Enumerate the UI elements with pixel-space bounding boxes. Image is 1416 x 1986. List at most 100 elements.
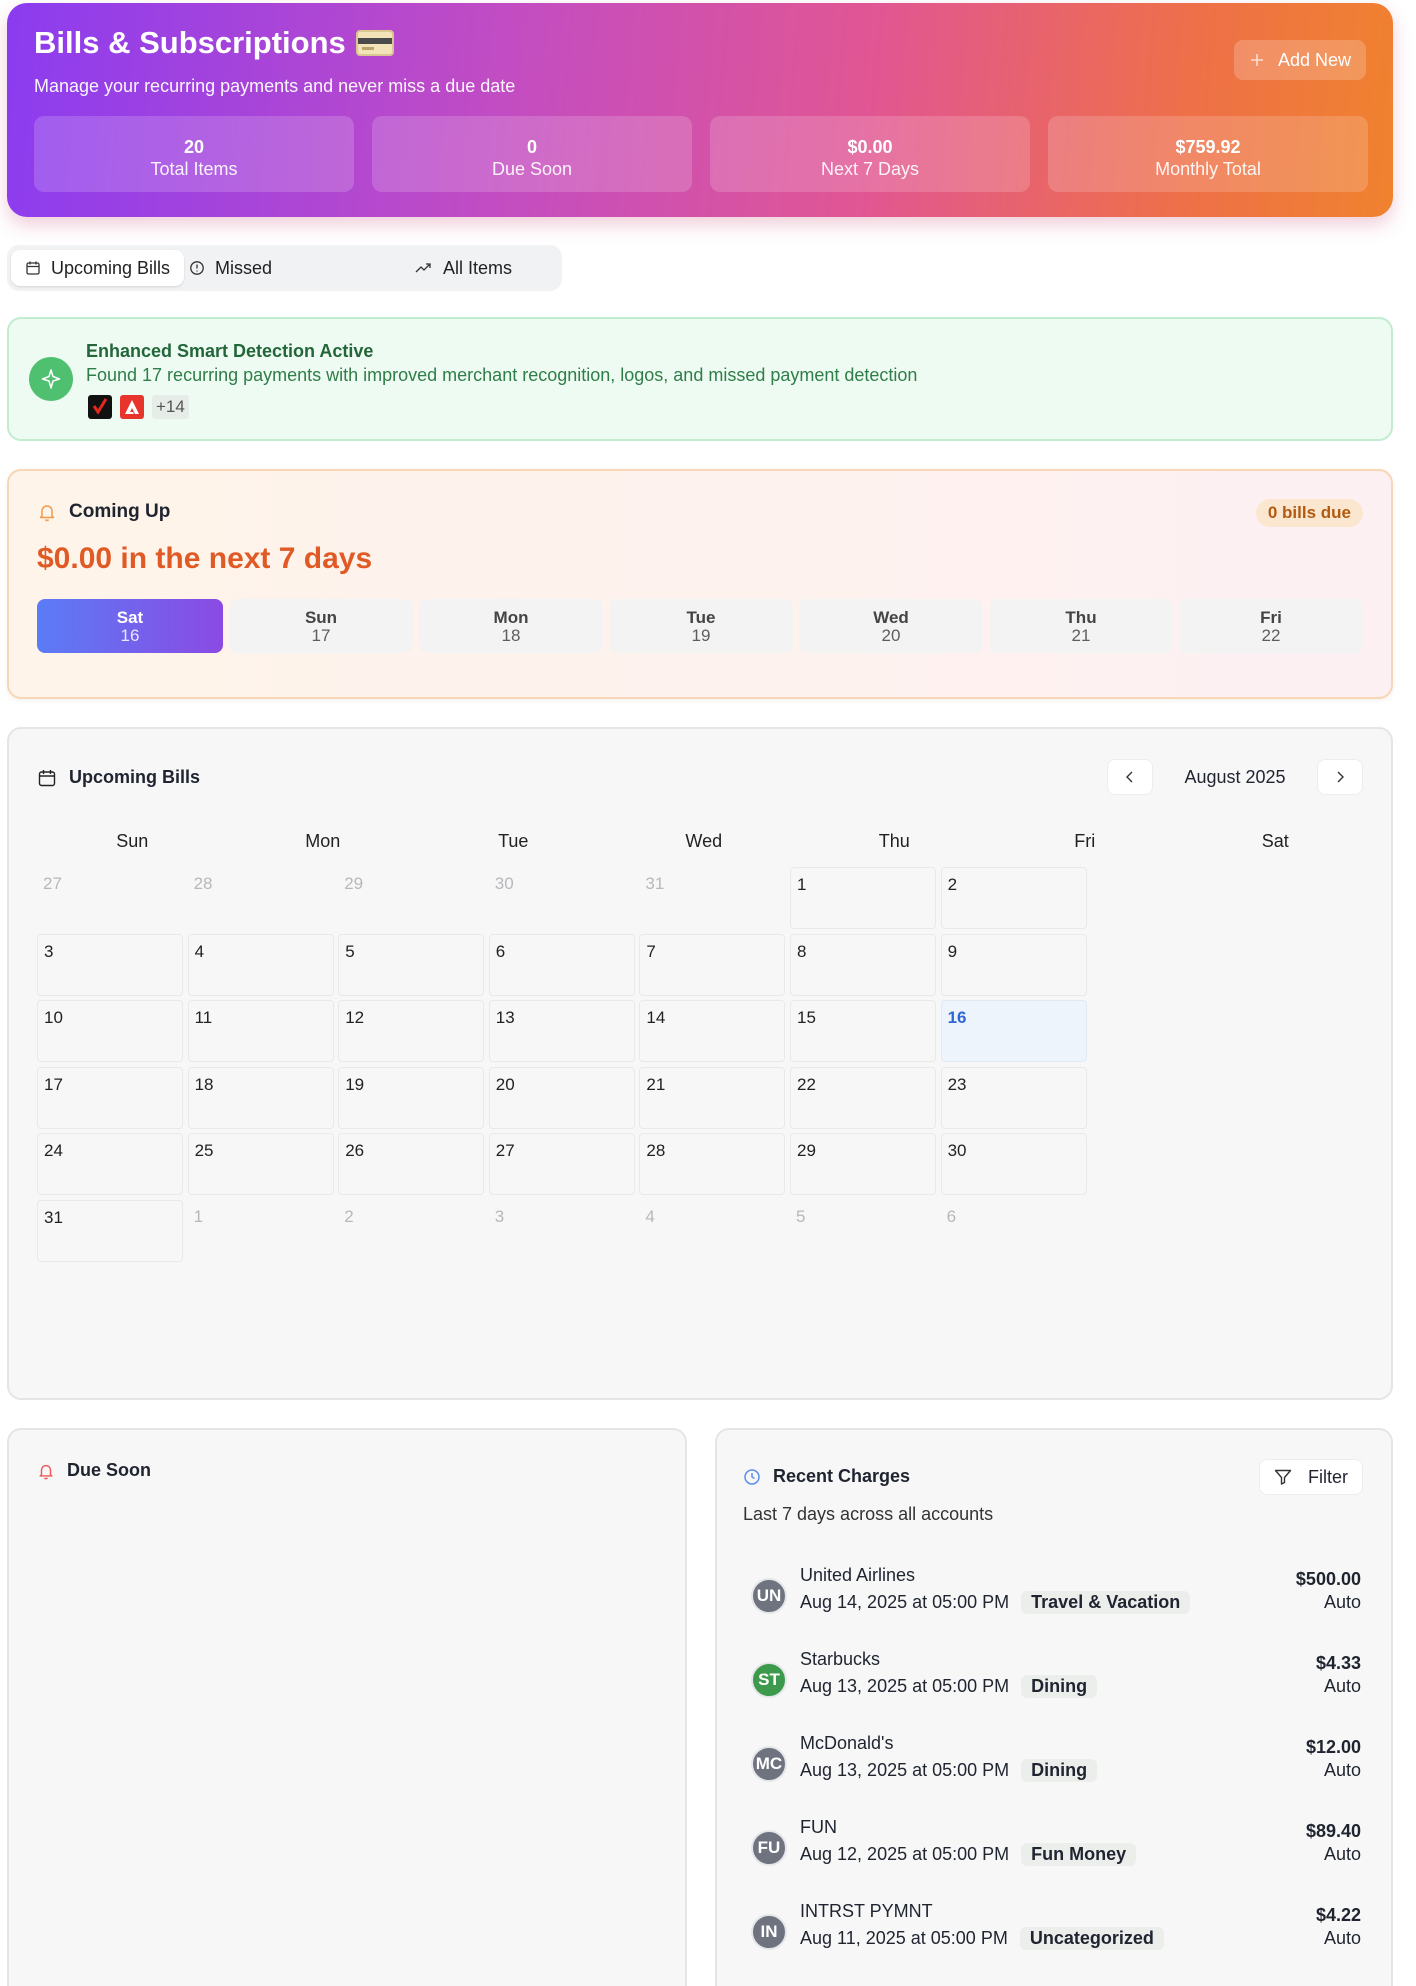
calendar-day-cell[interactable]: 28 <box>639 1133 786 1196</box>
calendar-day-cell[interactable]: 20 <box>488 1066 635 1129</box>
coming-up-title: Coming Up <box>69 501 171 522</box>
calendar-day-cell: 29 <box>344 874 364 893</box>
calendar-day-cell[interactable]: 3 <box>37 933 183 996</box>
calendar-day-cell[interactable]: 26 <box>338 1133 485 1196</box>
calendar-day-cell[interactable]: 1 <box>790 867 936 929</box>
tab-upcoming-bills[interactable]: Upcoming Bills <box>11 250 185 286</box>
charge-date: Aug 11, 2025 at 05:00 PM <box>800 1928 1008 1948</box>
calendar-day-cell[interactable]: 16 <box>940 1000 1087 1063</box>
charge-type: Auto <box>1323 1844 1361 1864</box>
calendar-day-cell[interactable]: 23 <box>940 1066 1087 1129</box>
charge-date: Aug 13, 2025 at 05:00 PM <box>800 1760 1010 1780</box>
day-chip[interactable]: Mon 18 <box>419 599 603 653</box>
merchant-name: INTRST PYMNT <box>800 1901 933 1921</box>
day-chip-name: Tue <box>686 608 716 627</box>
more-merchants-count: +14 <box>152 395 189 419</box>
recent-charges-subtitle: Last 7 days across all accounts <box>743 1504 994 1524</box>
adobe-logo-icon <box>120 395 144 419</box>
calendar-day-cell[interactable]: 31 <box>37 1200 183 1262</box>
filter-icon <box>1274 1469 1292 1485</box>
calendar-day-cell: 3 <box>494 1207 505 1226</box>
charge-row[interactable]: ST Starbucks Aug 13, 2025 at 05:00 PM Dinin… <box>751 1649 1361 1709</box>
calendar-day-cell[interactable]: 6 <box>488 933 635 996</box>
trending-up-icon <box>415 261 433 275</box>
charge-row[interactable]: IN INTRST PYMNT Aug 11, 2025 at 05:00 PM Un… <box>751 1901 1361 1961</box>
due-soon-panel: Due Soon <box>7 1428 687 1986</box>
chevron-right-icon <box>1335 771 1345 783</box>
merchant-logos: +14 <box>88 395 189 419</box>
calendar-day-cell[interactable]: 21 <box>639 1066 786 1129</box>
calendar-day-cell[interactable]: 27 <box>488 1133 635 1196</box>
calendar-day-cell[interactable]: 30 <box>940 1133 1087 1196</box>
calendar-day-cell[interactable]: 17 <box>37 1066 183 1129</box>
previous-month-button[interactable] <box>1107 759 1153 795</box>
calendar-day-cell[interactable]: 5 <box>338 933 485 996</box>
next-month-button[interactable] <box>1317 759 1363 795</box>
stat-label: Monthly Total <box>1155 159 1261 179</box>
stat-label: Next 7 Days <box>820 159 920 179</box>
charge-amount: $4.33 <box>1315 1653 1361 1673</box>
tab-all-items[interactable]: All Items <box>415 250 512 286</box>
calendar-day-cell[interactable]: 18 <box>187 1066 334 1129</box>
category-badge: Dining <box>1021 1675 1098 1698</box>
plus-icon <box>1250 53 1264 67</box>
calendar-day-cell[interactable]: 22 <box>790 1066 936 1129</box>
view-tabs: Upcoming Bills Missed All Items <box>7 245 562 291</box>
stat-value: 20 <box>183 137 205 157</box>
weekday-label: Mon <box>305 831 341 851</box>
calendar-day-cell[interactable]: 7 <box>639 933 786 996</box>
stat-label: Total Items <box>150 159 238 179</box>
coming-up-panel: Coming Up 0 bills due $0.00 in the next … <box>7 469 1393 699</box>
calendar-day-cell[interactable]: 14 <box>639 1000 786 1063</box>
calendar-day-cell[interactable]: 2 <box>940 867 1087 929</box>
calendar-day-cell[interactable]: 9 <box>940 933 1087 996</box>
day-chip[interactable]: Wed 20 <box>799 599 983 653</box>
tab-label: All Items <box>443 257 513 278</box>
day-chip[interactable]: Fri 22 <box>1179 599 1363 653</box>
header-banner: Bills & Subscriptions Manage your recurr… <box>7 3 1393 217</box>
coming-up-amount: $0.00 in the next 7 days <box>37 542 373 575</box>
calendar-day-cell: 5 <box>796 1207 806 1226</box>
calendar-day-cell[interactable]: 12 <box>338 1000 485 1063</box>
charge-row[interactable]: UN United Airlines Aug 14, 2025 at 05:00 P… <box>751 1565 1361 1625</box>
upcoming-bills-calendar: Upcoming Bills August 2025 Sun Mon Tue Wed T… <box>7 727 1393 1400</box>
charge-meta: Aug 14, 2025 at 05:00 PM Travel & Vacatio… <box>800 1591 1191 1614</box>
add-new-label: Add New <box>1277 49 1351 70</box>
page-title-text: Bills & Subscriptions <box>34 25 346 60</box>
calendar-day-cell[interactable]: 11 <box>187 1000 334 1063</box>
calendar-day-cell[interactable]: 24 <box>37 1133 183 1196</box>
filter-button[interactable]: Filter <box>1259 1459 1363 1495</box>
calendar-day-cell[interactable]: 25 <box>187 1133 334 1196</box>
calendar-day-cell[interactable]: 13 <box>488 1000 635 1063</box>
day-chip-number: 17 <box>311 626 331 645</box>
calendar-day-cell[interactable]: 29 <box>790 1133 936 1196</box>
charge-row[interactable]: FU FUN Aug 12, 2025 at 05:00 PM Fun Money $8… <box>751 1817 1361 1877</box>
calendar-day-cell[interactable]: 8 <box>790 933 936 996</box>
day-chip-number: 18 <box>501 626 521 645</box>
calendar-day-cell: 4 <box>645 1207 655 1226</box>
charge-row[interactable]: MC McDonald's Aug 13, 2025 at 05:00 PM Dini… <box>751 1733 1361 1793</box>
day-chip[interactable]: Tue 19 <box>609 599 793 653</box>
calendar-day-cell[interactable]: 4 <box>187 933 334 996</box>
calendar-day-cell[interactable]: 19 <box>338 1066 485 1129</box>
smart-detection-title: Enhanced Smart Detection Active <box>86 341 374 361</box>
calendar-day-cell[interactable]: 15 <box>790 1000 936 1063</box>
bell-icon <box>37 502 57 522</box>
day-chip-name: Fri <box>1260 608 1282 627</box>
charge-date: Aug 12, 2025 at 05:00 PM <box>800 1844 1010 1864</box>
calendar-day-cell: 1 <box>193 1207 204 1226</box>
calendar-day-cell: 2 <box>344 1207 354 1226</box>
weekday-label: Tue <box>498 831 529 851</box>
day-chip-number: 19 <box>691 626 711 645</box>
charge-amount: $500.00 <box>1295 1569 1361 1589</box>
charge-type: Auto <box>1323 1928 1361 1948</box>
due-soon-title: Due Soon <box>67 1460 151 1480</box>
add-new-button[interactable]: Add New <box>1233 40 1366 80</box>
tab-missed[interactable]: Missed <box>189 250 272 286</box>
day-chip[interactable]: Sat 16 <box>37 599 223 653</box>
month-label: August 2025 <box>1184 766 1286 787</box>
week-day-strip: Sat 16 Sun 17 Mon 18 Tue 19 Wed 20 Thu 21 Fri 22 <box>37 599 1363 653</box>
day-chip[interactable]: Sun 17 <box>229 599 413 653</box>
day-chip[interactable]: Thu 21 <box>989 599 1173 653</box>
calendar-day-cell[interactable]: 10 <box>37 1000 183 1063</box>
